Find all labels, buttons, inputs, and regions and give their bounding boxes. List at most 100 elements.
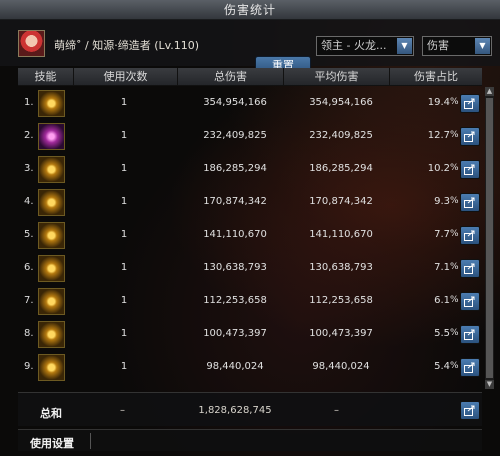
table-row: 9. 1 98,440,024 98,440,024 5.4 %: [18, 351, 482, 384]
column-header-count[interactable]: 使用次数: [74, 68, 178, 86]
target-select[interactable]: 领主 - 火龙... ▼: [316, 36, 414, 56]
row-count: 1: [120, 229, 128, 240]
pct-symbol: %: [450, 328, 459, 338]
row-avg: 141,110,670: [309, 229, 373, 240]
share-icon: [464, 197, 475, 208]
window-title: 伤害统计: [223, 3, 276, 17]
share-icon: [464, 131, 475, 142]
chevron-down-icon[interactable]: ▼: [475, 38, 490, 54]
row-avg: 170,874,342: [309, 196, 373, 207]
row-total: 112,253,658: [203, 295, 267, 306]
scroll-down-icon[interactable]: ▼: [485, 380, 494, 389]
table-row: 4. 1 170,874,342 170,874,342 9.3 %: [18, 186, 482, 219]
total-share-button[interactable]: [460, 401, 480, 420]
row-count: 1: [120, 196, 128, 207]
table-header: 技能 使用次数 总伤害 平均伤害 伤害占比: [18, 68, 482, 86]
chevron-down-icon[interactable]: ▼: [397, 38, 412, 54]
row-total: 100,473,397: [203, 328, 267, 339]
table-row: 8. 1 100,473,397 100,473,397 5.5 %: [18, 318, 482, 351]
metric-select-value: 伤害: [427, 39, 449, 52]
row-pct: 9.3: [434, 196, 450, 207]
metric-select[interactable]: 伤害 ▼: [422, 36, 492, 56]
skill-gold-blaze-icon: [38, 321, 65, 348]
share-icon: [464, 263, 475, 274]
row-rank: 1.: [24, 97, 34, 108]
column-header-avg[interactable]: 平均伤害: [284, 68, 390, 86]
skill-table: 1. 1 354,954,166 354,954,166 19.4 % 2. 1…: [18, 87, 482, 389]
total-label: 总和: [40, 407, 62, 420]
column-header-skill[interactable]: 技能: [18, 68, 74, 86]
share-icon: [464, 329, 475, 340]
pct-symbol: %: [450, 196, 459, 206]
row-pct: 5.5: [434, 328, 450, 339]
row-pct: 12.7: [427, 130, 450, 141]
row-rank: 5.: [24, 229, 34, 240]
pct-symbol: %: [450, 361, 459, 371]
row-count: 1: [120, 130, 128, 141]
total-row: 总和 – 1,828,628,745 –: [18, 392, 482, 426]
share-button[interactable]: [460, 127, 480, 146]
table-scrollbar[interactable]: ▲ ▼: [485, 87, 494, 389]
row-count: 1: [120, 361, 128, 372]
row-rank: 3.: [24, 163, 34, 174]
skill-gold-flame-icon: [38, 255, 65, 282]
settings-button[interactable]: 使用设置: [30, 435, 74, 451]
row-pct: 7.1: [434, 262, 450, 273]
row-avg: 354,954,166: [309, 97, 373, 108]
share-icon: [464, 296, 475, 307]
table-row: 6. 1 130,638,793 130,638,793 7.1 %: [18, 252, 482, 285]
row-avg: 112,253,658: [309, 295, 373, 306]
row-pct: 5.4: [434, 361, 450, 372]
table-row: 5. 1 141,110,670 141,110,670 7.7 %: [18, 219, 482, 252]
share-button[interactable]: [460, 259, 480, 278]
row-count: 1: [120, 97, 128, 108]
avatar: [18, 30, 45, 57]
skill-gold-star-icon: [38, 354, 65, 381]
row-total: 170,874,342: [203, 196, 267, 207]
damage-stats-window: 伤害统计 萌缔˚ / 知源·缔造者 (Lv.110) 重置 领主 - 火龙...…: [0, 0, 500, 456]
row-total: 186,285,294: [203, 163, 267, 174]
row-count: 1: [120, 262, 128, 273]
share-button[interactable]: [460, 358, 480, 377]
row-pct: 19.4: [427, 97, 450, 108]
window-titlebar[interactable]: 伤害统计: [0, 0, 500, 20]
share-icon: [464, 230, 475, 241]
table-row: 3. 1 186,285,294 186,285,294 10.2 %: [18, 153, 482, 186]
share-button[interactable]: [460, 325, 480, 344]
column-header-total[interactable]: 总伤害: [178, 68, 284, 86]
skill-gold-horn-icon: [38, 288, 65, 315]
pct-symbol: %: [450, 97, 459, 107]
share-button[interactable]: [460, 193, 480, 212]
row-pct: 10.2: [427, 163, 450, 174]
share-icon: [464, 98, 475, 109]
column-header-pct[interactable]: 伤害占比: [390, 68, 482, 86]
share-icon: [464, 164, 475, 175]
row-pct: 7.7: [434, 229, 450, 240]
share-button[interactable]: [460, 292, 480, 311]
share-button[interactable]: [460, 94, 480, 113]
pct-symbol: %: [450, 295, 459, 305]
share-button[interactable]: [460, 160, 480, 179]
skill-gold-wing-icon: [38, 156, 65, 183]
row-rank: 9.: [24, 361, 34, 372]
share-icon: [464, 362, 475, 373]
share-button[interactable]: [460, 226, 480, 245]
row-total: 232,409,825: [203, 130, 267, 141]
row-total: 130,638,793: [203, 262, 267, 273]
table-row: 2. 1 232,409,825 232,409,825 12.7 %: [18, 120, 482, 153]
target-select-value: 领主 - 火龙...: [321, 39, 387, 52]
share-icon: [464, 405, 475, 416]
scrollbar-thumb[interactable]: [486, 98, 493, 378]
row-total: 98,440,024: [206, 361, 264, 372]
total-avg: –: [334, 405, 339, 416]
row-rank: 4.: [24, 196, 34, 207]
scroll-up-icon[interactable]: ▲: [485, 87, 494, 96]
footer-divider: [90, 433, 91, 449]
row-pct: 6.1: [434, 295, 450, 306]
row-avg: 130,638,793: [309, 262, 373, 273]
pct-symbol: %: [450, 229, 459, 239]
row-rank: 2.: [24, 130, 34, 141]
pct-symbol: %: [450, 163, 459, 173]
row-avg: 100,473,397: [309, 328, 373, 339]
player-name: 萌缔˚ / 知源·缔造者 (Lv.110): [54, 39, 200, 52]
